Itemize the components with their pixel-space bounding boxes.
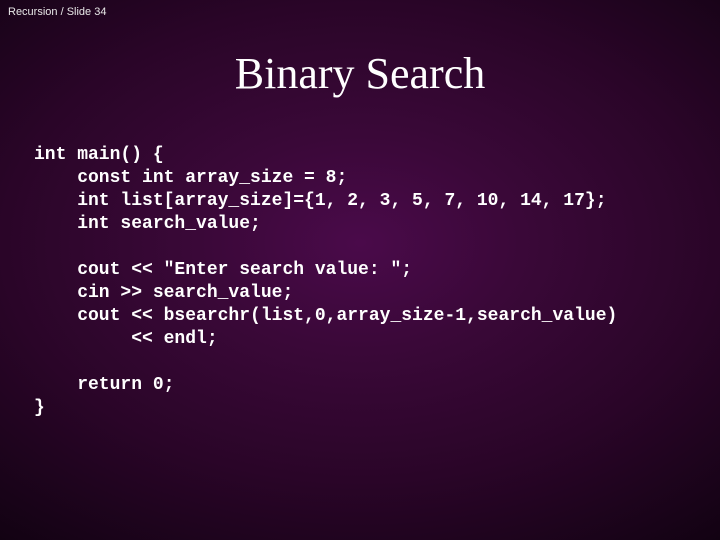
- code-block: int main() { const int array_size = 8; i…: [34, 144, 700, 420]
- breadcrumb: Recursion / Slide 34: [8, 6, 106, 18]
- slide-title: Binary Search: [0, 48, 720, 99]
- slide: Recursion / Slide 34 Binary Search int m…: [0, 0, 720, 540]
